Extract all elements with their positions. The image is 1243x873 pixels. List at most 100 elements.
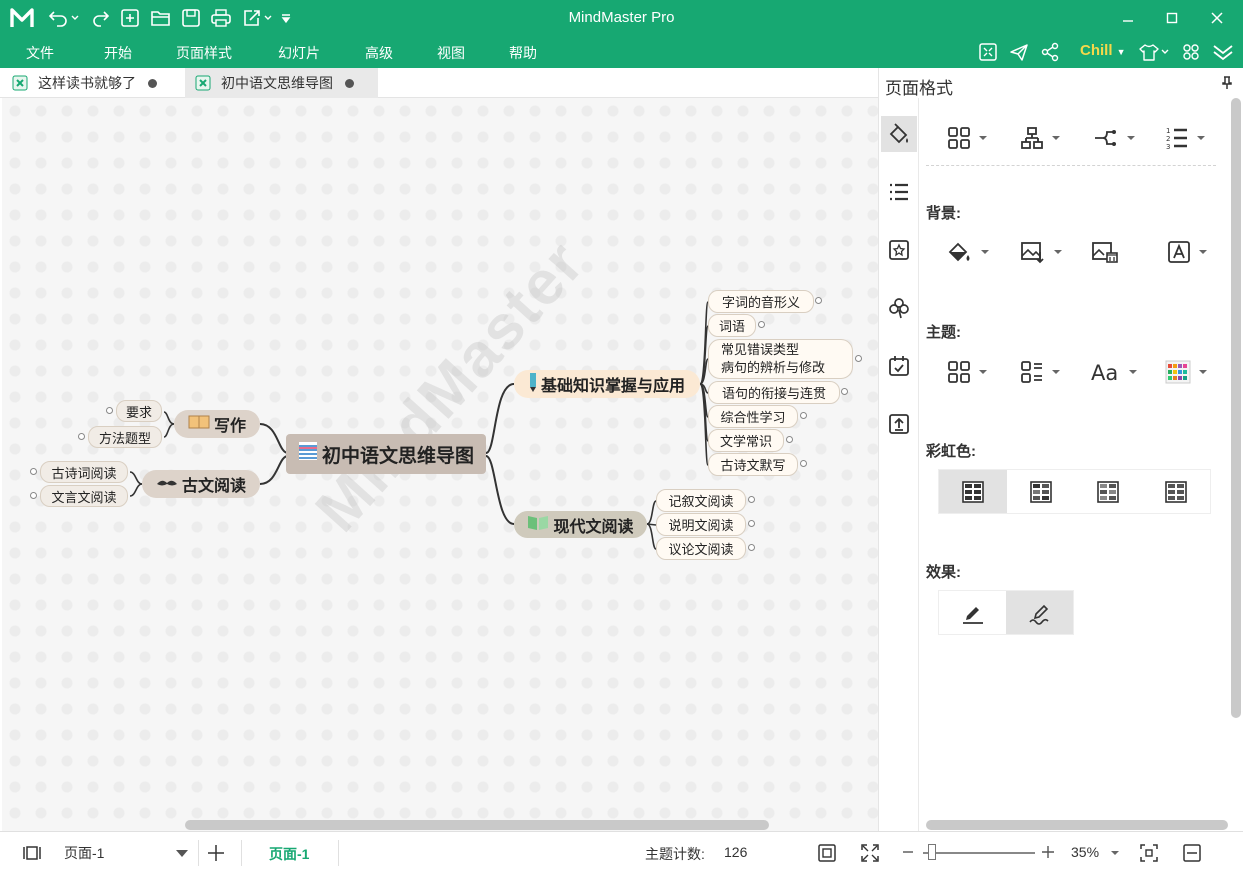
theme-font-button[interactable]: Aa [1091,358,1137,386]
watermark-button[interactable] [1167,238,1207,266]
minimize-button[interactable] [1116,6,1140,30]
main-topic-writing[interactable]: 写作 [174,410,260,438]
effect-handdrawn-button[interactable] [1006,591,1073,634]
expand-handle[interactable] [30,468,37,475]
close-button[interactable] [1205,6,1229,30]
effect-normal-button[interactable] [939,591,1006,634]
expand-handle[interactable] [800,460,807,467]
pin-icon[interactable] [1221,76,1233,90]
menu-advanced[interactable]: 高级 [365,43,393,63]
central-topic[interactable]: 初中语文思维导图 [286,434,486,474]
canvas-horizontal-scrollbar[interactable] [185,820,769,830]
unsaved-dot-icon[interactable] [345,78,354,88]
outline-tab[interactable] [881,174,917,210]
rainbow-option-3[interactable] [1075,470,1143,513]
subtopic-multiline[interactable]: 常见错误类型 病句的辨析与修改 [708,339,853,379]
zoom-slider-track[interactable] [923,852,1035,854]
expand-handle[interactable] [758,321,765,328]
collapse-panel-icon[interactable] [1182,843,1202,863]
clipart-tab[interactable] [881,232,917,268]
subtopic[interactable]: 古诗文默写 [708,453,798,476]
doc-tab-1[interactable]: 这样读书就够了 [0,68,183,98]
expand-handle[interactable] [748,544,755,551]
fullscreen-button[interactable] [978,40,998,64]
subtopic[interactable]: 要求 [116,400,162,422]
expand-handle[interactable] [748,520,755,527]
expand-handle[interactable] [748,496,755,503]
customize-toolbar-button[interactable] [280,6,292,30]
subtopic[interactable]: 文言文阅读 [40,485,128,507]
save-button[interactable] [181,6,201,30]
subtopic[interactable]: 文学常识 [708,429,784,452]
zoom-in-icon[interactable] [1041,845,1055,859]
rainbow-option-4[interactable] [1142,470,1210,513]
subtopic[interactable]: 综合性学习 [708,405,798,428]
theme-layout-button[interactable] [947,358,987,386]
export-tab[interactable] [881,406,917,442]
expand-handle[interactable] [786,436,793,443]
menu-slides[interactable]: 幻灯片 [278,43,320,63]
redo-button[interactable] [92,6,110,30]
fit-window-icon[interactable] [1139,843,1159,863]
expand-handle[interactable] [106,407,113,414]
remove-background-image-button[interactable] [1091,238,1119,266]
apps-button[interactable] [1181,40,1201,64]
page-dropdown[interactable]: 页面-1 [60,840,192,866]
menu-help[interactable]: 帮助 [509,43,537,63]
menu-page-style[interactable]: 页面样式 [176,43,232,63]
expand-handle[interactable] [800,412,807,419]
send-button[interactable] [1009,40,1029,64]
print-button[interactable] [210,6,232,30]
doc-tab-2[interactable]: 初中语文思维导图 [185,68,378,98]
zoom-level[interactable]: 35% [1071,844,1099,860]
add-page-icon[interactable] [207,844,225,862]
subtopic[interactable]: 议论文阅读 [656,537,746,560]
expand-handle[interactable] [30,492,37,499]
org-chart-button[interactable] [1020,124,1060,152]
task-tab[interactable] [881,348,917,384]
maximize-button[interactable] [1160,6,1184,30]
theme-tab[interactable] [881,290,917,326]
new-button[interactable] [120,6,140,30]
subtopic[interactable]: 记叙文阅读 [656,489,746,512]
open-button[interactable] [150,6,172,30]
menu-start[interactable]: 开始 [104,43,132,63]
rainbow-option-2[interactable] [1007,470,1075,513]
mindmap-canvas[interactable]: MindMaster 初中语文思维导图 基础知识掌握与应用 现代文阅读 写作 古… [2,98,878,831]
menu-file[interactable]: 文件 [26,43,54,63]
main-topic-basic-knowledge[interactable]: 基础知识掌握与应用 [514,370,700,398]
expand-handle[interactable] [855,355,862,362]
main-topic-classical-reading[interactable]: 古文阅读 [142,470,260,498]
expand-handle[interactable] [815,297,822,304]
layout-structure-button[interactable] [947,124,987,152]
background-image-button[interactable] [1020,238,1062,266]
subtopic[interactable]: 词语 [708,314,756,337]
subtopic[interactable]: 说明文阅读 [656,513,746,536]
subtopic[interactable]: 字词的音形义 [708,290,814,313]
page-panel-toggle-icon[interactable] [22,845,42,861]
background-color-button[interactable] [947,238,989,266]
collapse-ribbon-button[interactable] [1211,40,1235,64]
expand-handle[interactable] [841,388,848,395]
skin-button[interactable] [1138,40,1170,64]
rainbow-option-1[interactable] [939,470,1007,513]
panel-vertical-scrollbar[interactable] [1231,98,1241,718]
fullscreen-icon[interactable] [860,843,880,863]
share-button[interactable] [1040,40,1060,64]
menu-view[interactable]: 视图 [437,43,465,63]
connector-style-button[interactable] [1093,124,1135,152]
numbering-button[interactable]: 123 [1165,124,1205,152]
page-format-tab[interactable] [881,116,917,152]
page-tab-active[interactable]: 页面-1 [269,844,309,864]
subtopic[interactable]: 古诗词阅读 [40,461,128,483]
unsaved-dot-icon[interactable] [148,78,157,88]
chevron-down-icon[interactable] [1110,849,1120,857]
zoom-slider-thumb[interactable] [928,844,936,860]
theme-color-button[interactable] [1165,358,1207,386]
subtopic[interactable]: 语句的衔接与连贯 [708,381,840,404]
theme-name-button[interactable]: Chill ▼ [1080,42,1126,59]
export-button[interactable] [241,6,273,30]
panel-horizontal-scrollbar[interactable] [926,820,1228,830]
expand-handle[interactable] [78,433,85,440]
subtopic[interactable]: 方法题型 [88,426,162,448]
